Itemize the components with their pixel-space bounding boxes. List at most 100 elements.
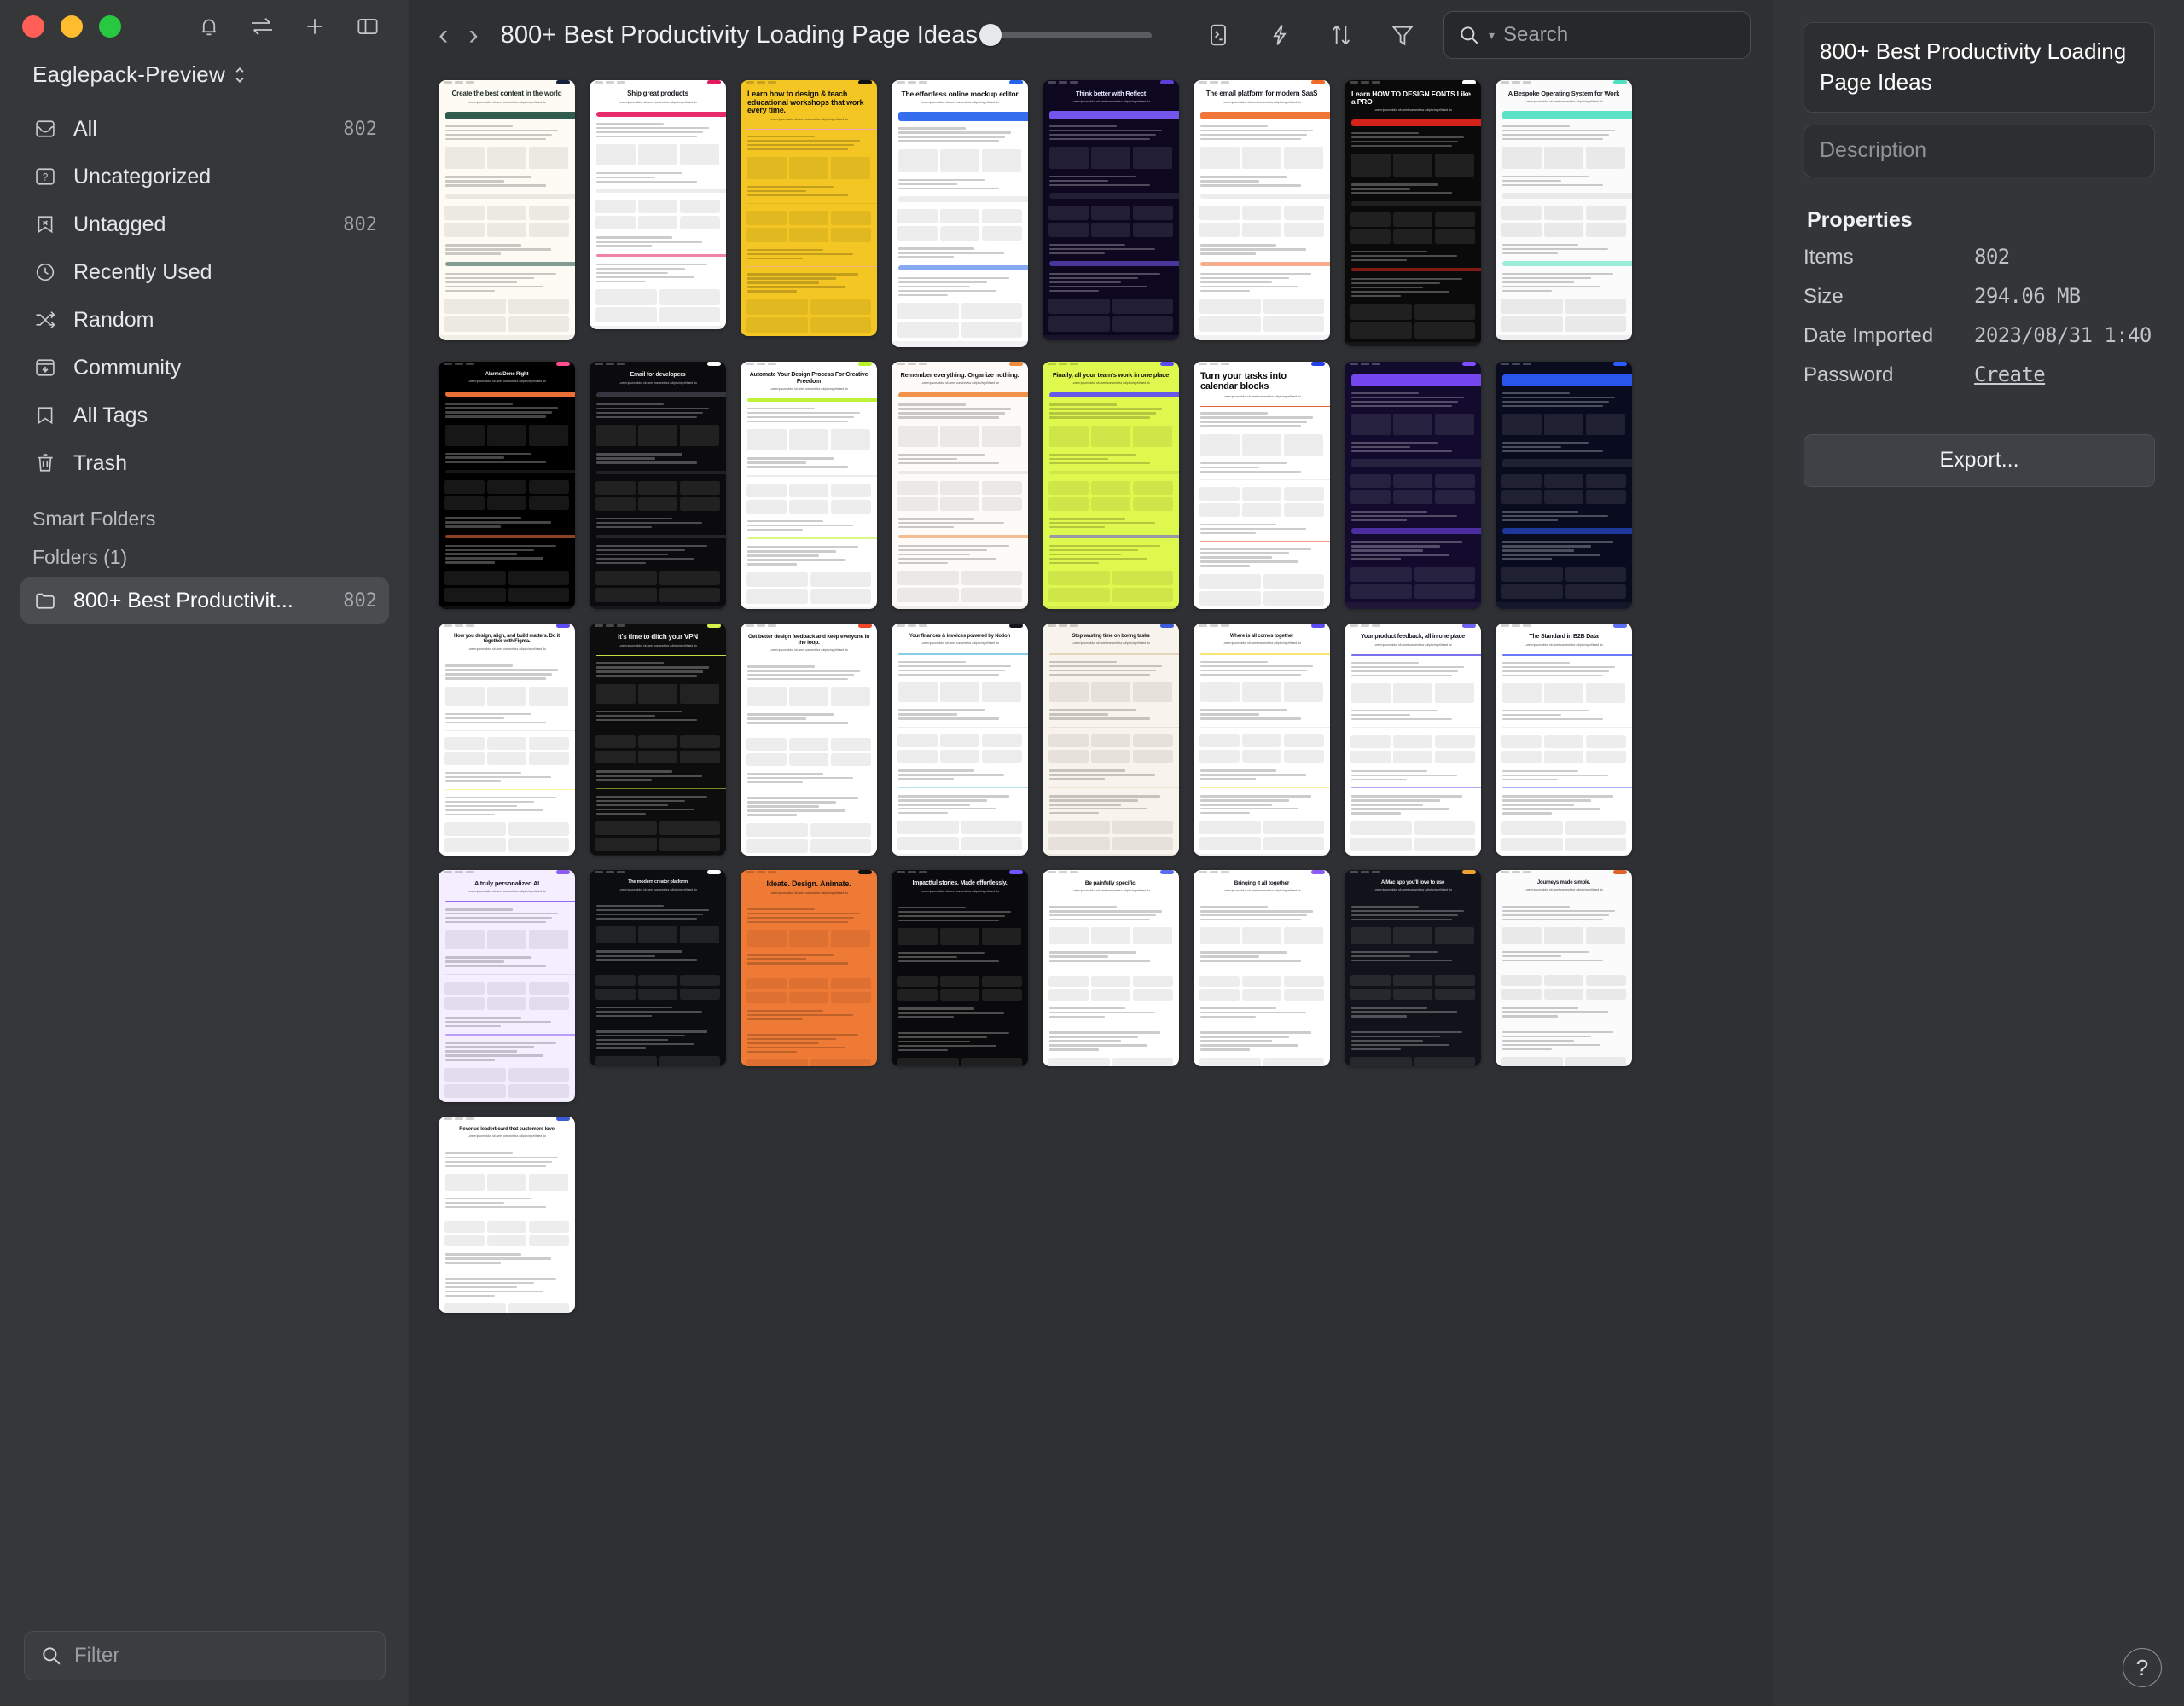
sidebar-item-label: Recently Used (73, 260, 362, 285)
help-button[interactable]: ? (2123, 1648, 2162, 1687)
cta-block (1502, 261, 1632, 265)
thumbnail-item[interactable]: Revenue leaderboard that customers loveL… (439, 1117, 575, 1313)
thumbnail-item[interactable] (1496, 362, 1632, 609)
thumbnail-item[interactable]: Learn how to design & teach educational … (741, 80, 877, 336)
library-selector[interactable]: Eaglepack-Preview (0, 53, 410, 103)
thumbnail-item[interactable]: A truly personalized AILorem ipsum dolor… (439, 870, 575, 1102)
thumbnail-item[interactable]: Learn HOW TO DESIGN FONTS Like a PROLore… (1345, 80, 1481, 346)
minimize-window-button[interactable] (61, 15, 83, 38)
lightning-icon[interactable] (1264, 20, 1295, 50)
thumbnail-item[interactable]: Remember everything. Organize nothing.Lo… (892, 362, 1028, 609)
thumbnail-scroll-area[interactable]: Create the best content in the worldLore… (410, 70, 1774, 1706)
thumbnail-item[interactable]: Think better with ReflectLorem ipsum dol… (1043, 80, 1179, 340)
hero-section: Your product feedback, all in one placeL… (1345, 628, 1481, 652)
hero-section: Automate Your Design Process For Creativ… (741, 366, 877, 396)
plus-icon[interactable] (299, 10, 331, 43)
thumbnail-item[interactable] (1345, 362, 1481, 609)
bell-icon[interactable] (193, 10, 225, 43)
filter-icon[interactable] (1387, 20, 1418, 50)
thumbnail-item[interactable]: A Bespoke Operating System for WorkLorem… (1496, 80, 1632, 340)
thumbnail-item[interactable]: Finally, all your team's work in one pla… (1043, 362, 1179, 609)
sidebar-item-label: Community (73, 356, 362, 380)
folder-item-800-best-productivity[interactable]: 800+ Best Productivit... 802 (20, 577, 389, 624)
thumbnail-item[interactable]: It's time to ditch your VPNLorem ipsum d… (590, 624, 726, 856)
sort-icon[interactable] (1326, 20, 1356, 50)
sidebar-nav: All 802 ? Uncategorized Untagged 802 Rec… (0, 103, 410, 487)
thumbnail-item[interactable]: Turn your tasks into calendar blocksLore… (1194, 362, 1330, 609)
thumbnail-size-slider[interactable] (981, 25, 1152, 45)
thumbnail-item[interactable]: Ideate. Design. Animate.Lorem ipsum dolo… (741, 870, 877, 1066)
script-icon[interactable] (1203, 20, 1234, 50)
thumbnail-item[interactable]: Alarms Done RightLorem ipsum dolor sit a… (439, 362, 575, 609)
text-lines (1194, 766, 1330, 783)
thumbnail-item[interactable]: Be painfully specific.Lorem ipsum dolor … (1043, 870, 1179, 1066)
chevron-down-icon[interactable]: ▾ (1489, 28, 1495, 43)
thumbnail-item[interactable]: How you design, align, and build matters… (439, 624, 575, 856)
slider-knob[interactable] (979, 24, 1002, 46)
slider-track (981, 32, 1152, 38)
thumbnail-item[interactable]: Where is all comes togetherLorem ipsum d… (1194, 624, 1330, 856)
sidebar-item-random[interactable]: Random (20, 296, 389, 344)
panel-toggle-icon[interactable] (351, 10, 384, 43)
text-lines (892, 244, 1028, 261)
hero-section: Learn HOW TO DESIGN FONTS Like a PROLore… (1345, 84, 1481, 117)
text-lines (439, 270, 575, 295)
export-button[interactable]: Export... (1804, 434, 2155, 487)
thumbnail-item[interactable]: Create the best content in the worldLore… (439, 80, 575, 340)
text-lines (1496, 122, 1632, 143)
thumbnail-item[interactable]: Get better design feedback and keep ever… (741, 624, 877, 856)
thumbnail-item[interactable]: Stop wasting time on boring tasksLorem i… (1043, 624, 1179, 856)
folder-title-field[interactable]: 800+ Best Productivity Loading Page Idea… (1804, 22, 2155, 113)
maximize-window-button[interactable] (99, 15, 121, 38)
hero-visual (1351, 374, 1481, 386)
footer-block (1496, 335, 1632, 340)
thumbnail-item[interactable]: Ship great productsLorem ipsum dolor sit… (590, 80, 726, 329)
text-lines (892, 949, 1028, 966)
content-block (445, 974, 575, 975)
thumbnail-item[interactable]: The email platform for modern SaaSLorem … (1194, 80, 1330, 340)
create-password-link[interactable]: Create (1974, 363, 2045, 386)
sidebar-item-trash[interactable]: Trash (20, 439, 389, 487)
thumbnail-item[interactable]: Bringing it all togetherLorem ipsum dolo… (1194, 870, 1330, 1066)
thumbnail-item[interactable]: A Mac app you'll love to useLorem ipsum … (1345, 870, 1481, 1066)
thumbnail-item[interactable]: Automate Your Design Process For Creativ… (741, 362, 877, 609)
thumbnail-item[interactable]: The modern creator platformLorem ipsum d… (590, 870, 726, 1066)
text-lines (1043, 1004, 1179, 1021)
folder-icon (32, 588, 58, 613)
thumbnail-item[interactable]: Journeys made simple.Lorem ipsum dolor s… (1496, 870, 1632, 1066)
sidebar-item-all-tags[interactable]: All Tags (20, 392, 389, 439)
text-lines (1194, 409, 1330, 430)
text-lines (1043, 450, 1179, 467)
hero-visual (1049, 111, 1179, 119)
thumbnail-item[interactable]: The effortless online mockup editorLorem… (892, 80, 1028, 347)
sidebar-item-recently-used[interactable]: Recently Used (20, 248, 389, 296)
text-lines (892, 705, 1028, 722)
transfer-icon[interactable] (246, 10, 278, 43)
filter-input[interactable]: Filter (24, 1631, 386, 1680)
thumbnail-item[interactable]: Your product feedback, all in one placeL… (1345, 624, 1481, 856)
hero-section: Get better design feedback and keep ever… (741, 628, 877, 657)
sidebar-item-all[interactable]: All 802 (20, 105, 389, 153)
thumbnail-item[interactable]: Email for developersLorem ipsum dolor si… (590, 362, 726, 609)
thumbnail-item[interactable]: The Standard in B2B DataLorem ipsum dolo… (1496, 624, 1632, 856)
text-lines (892, 124, 1028, 145)
block-row (1194, 679, 1330, 705)
card-grid (1345, 972, 1481, 1003)
thumbnail-item[interactable]: Impactful stories. Made effortlessly.Lor… (892, 870, 1028, 1066)
sidebar-item-untagged[interactable]: Untagged 802 (20, 200, 389, 248)
close-window-button[interactable] (22, 15, 44, 38)
forward-button[interactable]: › (468, 20, 478, 49)
content-block (1200, 727, 1330, 728)
block-row (1496, 680, 1632, 706)
hero-visual (445, 901, 575, 902)
search-input[interactable]: ▾ Search (1443, 11, 1751, 59)
footer-block (1345, 855, 1481, 856)
hero-section: Bringing it all togetherLorem ipsum dolo… (1194, 874, 1330, 897)
sidebar-item-community[interactable]: Community (20, 344, 389, 392)
back-button[interactable]: ‹ (439, 20, 448, 49)
description-field[interactable]: Description (1804, 125, 2155, 177)
text-lines (590, 707, 726, 724)
card-grid (1496, 818, 1632, 855)
sidebar-item-uncategorized[interactable]: ? Uncategorized (20, 153, 389, 200)
thumbnail-item[interactable]: Your finances & invoices powered by Noti… (892, 624, 1028, 856)
